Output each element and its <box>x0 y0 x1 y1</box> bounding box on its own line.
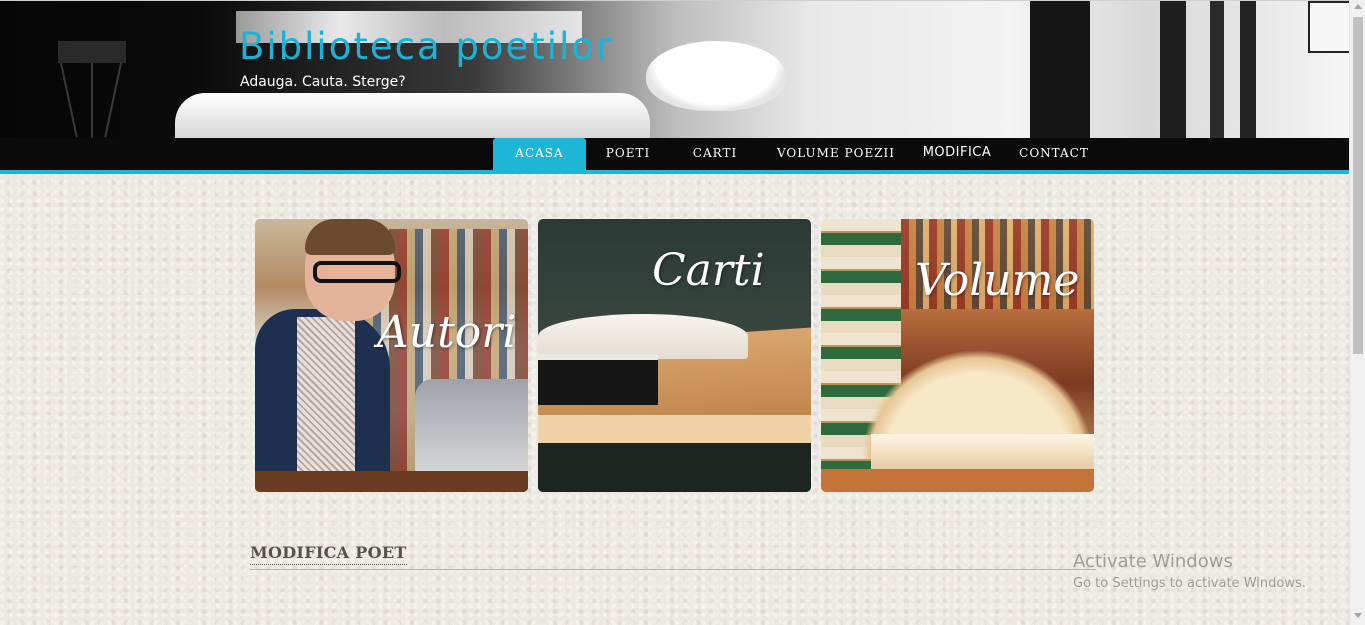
tile-autori[interactable]: Autori <box>255 219 528 492</box>
window-frame-decoration <box>1160 1 1186 139</box>
lamp-decoration <box>58 41 126 63</box>
nav-item-acasa[interactable]: ACASA <box>493 138 586 170</box>
section-title: MODIFICA POET <box>250 543 407 565</box>
site-header: Biblioteca poetilor Adauga. Cauta. Sterg… <box>0 0 1349 139</box>
sofa-decoration <box>175 93 650 139</box>
nav-item-carti[interactable]: CARTI <box>670 138 760 170</box>
nav-item-poeti[interactable]: POETI <box>586 138 670 170</box>
section-divider <box>250 569 1096 570</box>
tile-label-volume: Volume <box>915 255 1080 306</box>
lamp-leg <box>104 62 122 138</box>
scroll-up-arrow-icon[interactable] <box>1354 4 1362 9</box>
nav-item-modifica[interactable]: MODIFICA <box>910 138 1004 170</box>
lamp-leg <box>91 63 93 139</box>
vertical-scrollbar[interactable] <box>1349 0 1365 625</box>
tile-label-autori: Autori <box>377 307 517 358</box>
activate-windows-title: Activate Windows <box>1073 551 1233 572</box>
window-frame-decoration <box>1240 1 1256 139</box>
site-title[interactable]: Biblioteca poetilor <box>239 25 613 68</box>
pendant-lamp-decoration <box>646 41 786 111</box>
desk-image <box>255 471 528 492</box>
typewriter-image <box>415 379 528 474</box>
tile-label-carti: Carti <box>652 245 765 296</box>
site-subtitle: Adauga. Cauta. Sterge? <box>240 74 406 90</box>
window-frame-decoration <box>1030 1 1090 139</box>
table-edge-image <box>538 415 811 443</box>
table-image <box>821 469 1094 492</box>
floor-image <box>538 443 811 492</box>
activate-windows-subtitle: Go to Settings to activate Windows. <box>1073 576 1306 591</box>
picture-frame-decoration <box>1308 1 1349 53</box>
scroll-down-arrow-icon[interactable] <box>1354 613 1362 618</box>
tile-carti[interactable]: Carti <box>538 219 811 492</box>
book-pages-image <box>871 434 1094 474</box>
scroll-thumb[interactable] <box>1353 17 1363 354</box>
open-book-image <box>538 314 748 359</box>
tile-volume[interactable]: Volume <box>821 219 1094 492</box>
closed-book-image <box>538 354 658 405</box>
nav-item-contact[interactable]: CONTACT <box>1010 138 1098 170</box>
glasses-image <box>313 261 401 283</box>
nav-item-volume-poezii[interactable]: VOLUME POEZII <box>770 138 902 170</box>
main-nav: ACASA POETI CARTI VOLUME POEZII MODIFICA… <box>0 138 1349 174</box>
lamp-leg <box>60 62 78 138</box>
man-hair-image <box>305 219 395 255</box>
window-frame-decoration <box>1210 1 1224 139</box>
man-shirt-image <box>297 317 355 492</box>
